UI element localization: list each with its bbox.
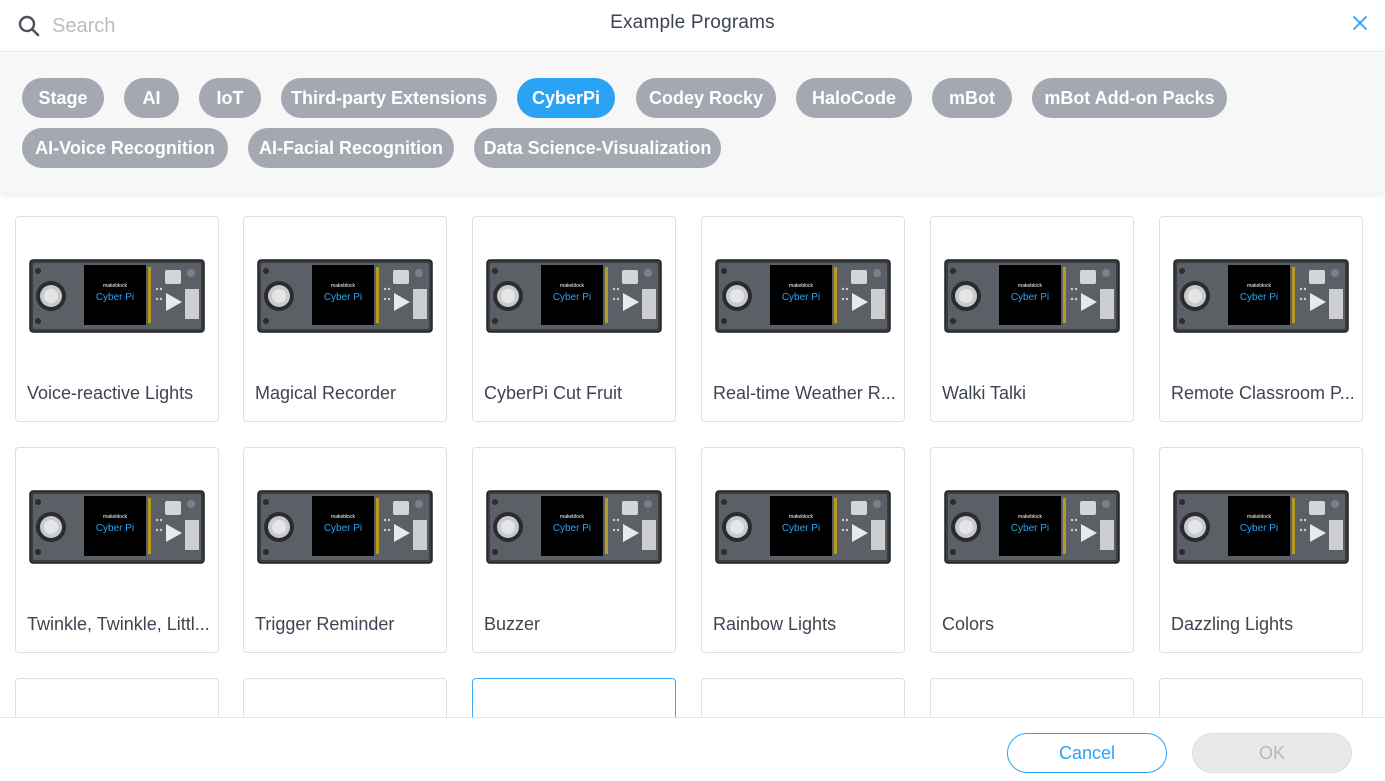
category-chip-mbot[interactable]: mBot (932, 78, 1012, 118)
category-chip-ai-facial-recognition[interactable]: AI-Facial Recognition (248, 128, 454, 168)
category-chip-halocode[interactable]: HaloCode (796, 78, 912, 118)
thumb-brand: makeblock (789, 514, 813, 520)
program-title: Trigger Reminder (255, 614, 395, 634)
ok-button[interactable]: OK (1192, 733, 1352, 773)
cyberpi-thumbnail: makeblock Cyber Pi (1173, 259, 1349, 333)
thumb-brand: makeblock (789, 283, 813, 289)
cyberpi-thumbnail: makeblock Cyber Pi (1173, 490, 1349, 564)
category-chip-ai-voice-recognition[interactable]: AI-Voice Recognition (22, 128, 228, 168)
cancel-button[interactable]: Cancel (1007, 733, 1167, 773)
category-chip-data-science-visualization[interactable]: Data Science-Visualization (474, 128, 721, 168)
thumb-brand: makeblock (560, 514, 584, 520)
cyberpi-thumbnail: makeblock Cyber Pi (29, 259, 205, 333)
cyberpi-thumbnail: makeblock Cyber Pi (486, 490, 662, 564)
program-card[interactable]: makeblock Cyber Pi Colors (930, 447, 1134, 653)
category-chip-cyberpi[interactable]: CyberPi (517, 78, 615, 118)
program-card-selected[interactable] (472, 678, 676, 717)
program-title: CyberPi Cut Fruit (484, 383, 623, 403)
thumb-device-name: Cyber Pi (96, 292, 134, 303)
program-card[interactable]: makeblock Cyber Pi Voice-reactive Lights (15, 216, 219, 422)
thumb-brand: makeblock (1018, 283, 1042, 289)
thumb-device-name: Cyber Pi (782, 292, 820, 303)
thumb-device-name: Cyber Pi (553, 292, 591, 303)
program-title: Magical Recorder (255, 383, 397, 403)
program-title: Colors (942, 614, 995, 634)
cyberpi-thumbnail: makeblock Cyber Pi (257, 490, 433, 564)
program-card[interactable]: makeblock Cyber Pi Walki Talki (930, 216, 1134, 422)
program-title: Voice-reactive Lights (27, 383, 194, 403)
program-card[interactable]: makeblock Cyber Pi Twinkle, Twinkle, Lit… (15, 447, 219, 653)
thumb-brand: makeblock (103, 514, 127, 520)
category-filter-bar: Stage AI IoT Third-party Extensions Cybe… (0, 53, 1385, 193)
category-chip-third-party-extensions[interactable]: Third-party Extensions (281, 78, 497, 118)
thumb-device-name: Cyber Pi (1240, 292, 1278, 303)
thumb-device-name: Cyber Pi (1011, 523, 1049, 534)
thumb-device-name: Cyber Pi (324, 523, 362, 534)
thumb-brand: makeblock (1247, 514, 1271, 520)
program-card[interactable]: makeblock Cyber Pi Real-time Weather R..… (701, 216, 905, 422)
cyberpi-thumbnail: makeblock Cyber Pi (29, 490, 205, 564)
program-card[interactable]: makeblock Cyber Pi CyberPi Cut Fruit (472, 216, 676, 422)
category-chip-codey-rocky[interactable]: Codey Rocky (636, 78, 776, 118)
program-card[interactable] (701, 678, 905, 717)
program-title: Real-time Weather R... (713, 383, 895, 403)
category-chip-iot[interactable]: IoT (199, 78, 261, 118)
program-card[interactable]: makeblock Cyber Pi Remote Classroom P... (1159, 216, 1363, 422)
thumb-brand: makeblock (103, 283, 127, 289)
cyberpi-thumbnail: makeblock Cyber Pi (715, 259, 891, 333)
program-title: Buzzer (484, 614, 541, 634)
category-chip-stage[interactable]: Stage (22, 78, 104, 118)
program-title: Remote Classroom P... (1171, 383, 1353, 403)
program-card[interactable] (930, 678, 1134, 717)
thumb-brand: makeblock (1247, 283, 1271, 289)
thumb-brand: makeblock (331, 514, 355, 520)
cyberpi-thumbnail: makeblock Cyber Pi (715, 490, 891, 564)
program-card[interactable]: makeblock Cyber Pi Buzzer (472, 447, 676, 653)
program-card[interactable]: makeblock Cyber Pi Magical Recorder (243, 216, 447, 422)
program-grid: makeblock Cyber Pi Voice-reactive Lights… (0, 193, 1385, 717)
program-title: Twinkle, Twinkle, Littl... (27, 614, 209, 634)
program-card[interactable]: makeblock Cyber Pi Trigger Reminder (243, 447, 447, 653)
program-card[interactable] (1159, 678, 1363, 717)
program-card[interactable]: makeblock Cyber Pi Dazzling Lights (1159, 447, 1363, 653)
program-title: Rainbow Lights (713, 614, 837, 634)
thumb-device-name: Cyber Pi (96, 523, 134, 534)
thumb-device-name: Cyber Pi (1240, 523, 1278, 534)
category-chip-ai[interactable]: AI (124, 78, 179, 118)
program-card[interactable] (15, 678, 219, 717)
cyberpi-thumbnail: makeblock Cyber Pi (944, 259, 1120, 333)
dialog-header: Example Programs (0, 0, 1385, 52)
dialog-footer: Cancel OK (0, 717, 1385, 781)
cyberpi-thumbnail: makeblock Cyber Pi (486, 259, 662, 333)
close-icon[interactable] (1351, 14, 1369, 32)
program-card[interactable] (243, 678, 447, 717)
category-chip-mbot-add-on-packs[interactable]: mBot Add-on Packs (1032, 78, 1227, 118)
dialog-title: Example Programs (610, 12, 775, 33)
thumb-device-name: Cyber Pi (1011, 292, 1049, 303)
thumb-device-name: Cyber Pi (782, 523, 820, 534)
thumb-brand: makeblock (560, 283, 584, 289)
cyberpi-thumbnail: makeblock Cyber Pi (257, 259, 433, 333)
program-title: Walki Talki (942, 383, 1027, 403)
thumb-device-name: Cyber Pi (553, 523, 591, 534)
cyberpi-thumbnail: makeblock Cyber Pi (944, 490, 1120, 564)
program-title: Dazzling Lights (1171, 614, 1294, 634)
thumb-brand: makeblock (1018, 514, 1042, 520)
thumb-device-name: Cyber Pi (324, 292, 362, 303)
program-card[interactable]: makeblock Cyber Pi Rainbow Lights (701, 447, 905, 653)
thumb-brand: makeblock (331, 283, 355, 289)
